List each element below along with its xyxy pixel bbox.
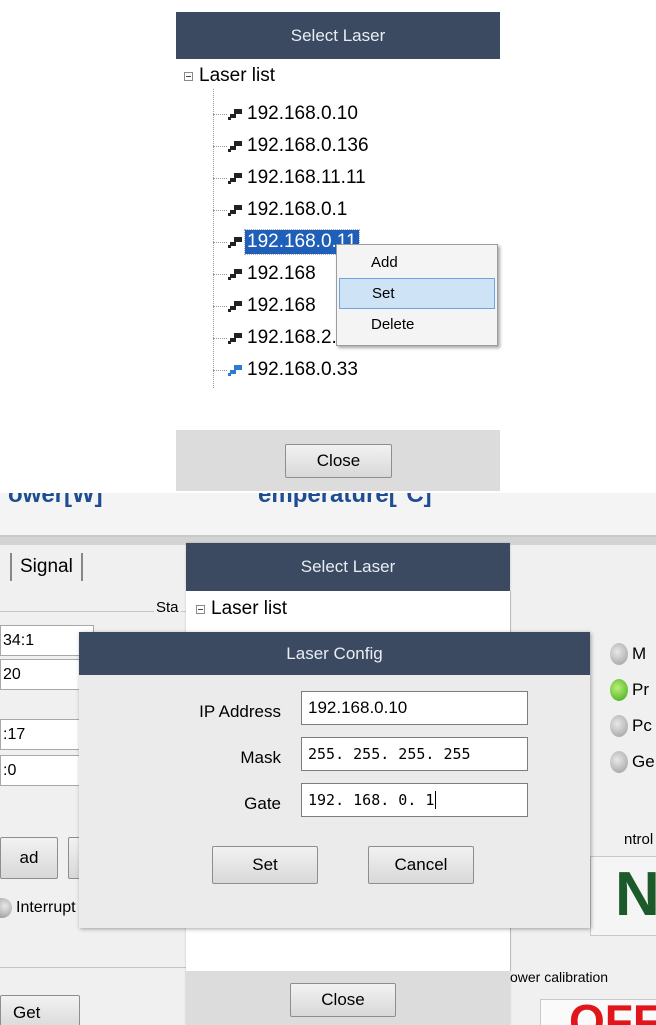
read-button[interactable]: ad xyxy=(0,837,58,879)
dialog-title: Laser Config xyxy=(286,643,383,663)
interrupt-indicator-icon xyxy=(0,898,12,918)
context-menu-delete[interactable]: Delete xyxy=(337,309,497,340)
close-button[interactable]: Close xyxy=(290,983,396,1017)
network-device-icon xyxy=(228,204,242,216)
gate-value: 192. 168. 0. 1 xyxy=(308,791,435,809)
close-button[interactable]: Close xyxy=(285,444,392,478)
status-led-on-icon xyxy=(610,679,628,701)
laser-config-titlebar: Laser Config xyxy=(79,632,590,675)
status-led-icon xyxy=(610,715,628,737)
status-led-icon xyxy=(610,751,628,773)
collapse-toggle-icon[interactable] xyxy=(196,604,205,614)
status-led-row: M xyxy=(610,643,646,665)
tree-root-label: Laser list xyxy=(199,65,276,86)
network-device-icon xyxy=(228,300,242,312)
status-led-row: Pc xyxy=(610,715,652,737)
network-device-icon xyxy=(228,140,242,152)
laser-ip: 192.168.11.11 xyxy=(247,167,366,188)
status-led-row: Pr xyxy=(610,679,649,701)
text-cursor xyxy=(435,791,437,809)
laser-ip: 192.168.0.33 xyxy=(247,359,358,380)
dialog-title: Select Laser xyxy=(290,25,386,45)
mask-input[interactable]: 255. 255. 255. 255 xyxy=(301,737,528,771)
tab-bar: Signal xyxy=(0,545,110,589)
power-calibration-label: ower calibration xyxy=(510,969,609,985)
tree-item-laser[interactable]: 192.168.0.1 xyxy=(213,197,349,223)
set-button[interactable]: Set xyxy=(212,846,318,884)
laser-ip: 192.168.0.1 xyxy=(247,199,348,220)
network-device-icon xyxy=(228,108,242,120)
status-led-label: Pc xyxy=(632,716,652,735)
status-led-row: Ge xyxy=(610,751,655,773)
off-text: OFF xyxy=(569,999,656,1025)
tree-item-laser[interactable]: 192.168.0.136 xyxy=(213,133,371,159)
laser-config-dialog: Laser Config IP Address 192.168.0.10 Mas… xyxy=(79,632,590,928)
interrupt-label: Interrupt xyxy=(16,899,76,916)
cancel-button[interactable]: Cancel xyxy=(368,846,474,884)
tree-root[interactable]: Laser list xyxy=(184,64,275,88)
tree-item-laser[interactable]: 192.168.11.11 xyxy=(213,165,368,191)
context-menu-add[interactable]: Add xyxy=(337,247,497,278)
control-label: ntrol xyxy=(624,831,654,848)
off-button[interactable]: OFF xyxy=(540,999,656,1025)
gate-input[interactable]: 192. 168. 0. 1 xyxy=(301,783,528,817)
mask-label: Mask xyxy=(240,748,281,767)
laser-ip: 192.168.0.136 xyxy=(247,135,369,156)
header-strip: ower[W] emperature[°C] xyxy=(0,493,656,537)
network-device-active-icon xyxy=(228,364,242,376)
dialog-footer: Close xyxy=(176,430,500,491)
status-led-label: Ge xyxy=(632,752,655,771)
tree-item-laser[interactable]: 192.168 xyxy=(213,261,318,287)
tab-signal[interactable]: Signal xyxy=(20,556,73,578)
laser-tree-panel: Laser list 192.168.0.10 192.168.0.136 19… xyxy=(176,59,500,430)
laser-ip: 192.168 xyxy=(247,263,316,284)
context-menu: Add Set Delete xyxy=(336,244,498,346)
tree-item-laser[interactable]: 192.168 xyxy=(213,293,318,319)
divider xyxy=(0,967,190,968)
tree-item-laser[interactable]: 192.168.0.10 xyxy=(213,101,360,127)
dialog-title: Select Laser xyxy=(300,557,396,576)
tree-root-label: Laser list xyxy=(211,598,288,619)
app-window: ower[W] emperature[°C] Signal Sta 34:1 2… xyxy=(0,493,656,1025)
tree-root[interactable]: Laser list xyxy=(196,597,287,621)
power-header: ower[W] xyxy=(8,493,103,508)
collapse-toggle-icon[interactable] xyxy=(184,71,193,81)
laser-ip: 192.168.0.10 xyxy=(247,103,358,124)
context-menu-set[interactable]: Set xyxy=(339,278,495,309)
ip-address-label: IP Address xyxy=(199,702,281,721)
select-laser-titlebar: Select Laser xyxy=(186,543,510,591)
network-device-icon xyxy=(228,268,242,280)
interrupt-option[interactable]: Interrupt xyxy=(0,895,76,921)
temperature-header: emperature[°C] xyxy=(258,493,432,508)
laser-ip: 192.168 xyxy=(247,295,316,316)
status-led-icon xyxy=(610,643,628,665)
dialog-footer: Close xyxy=(186,971,510,1025)
on-text: N xyxy=(615,860,656,929)
tree-item-laser[interactable]: 192.168.0.33 xyxy=(213,357,360,383)
status-led-label: Pr xyxy=(632,680,649,699)
get-button[interactable]: Get xyxy=(0,995,80,1025)
network-device-icon xyxy=(228,332,242,344)
network-device-icon xyxy=(228,236,242,248)
status-led-label: M xyxy=(632,644,647,663)
ip-address-input[interactable]: 192.168.0.10 xyxy=(301,691,528,725)
gate-label: Gate xyxy=(244,794,281,813)
on-button[interactable]: N xyxy=(590,856,656,936)
network-device-icon xyxy=(228,172,242,184)
select-laser-titlebar: Select Laser xyxy=(176,12,500,59)
status-group-label: Sta xyxy=(154,599,181,616)
